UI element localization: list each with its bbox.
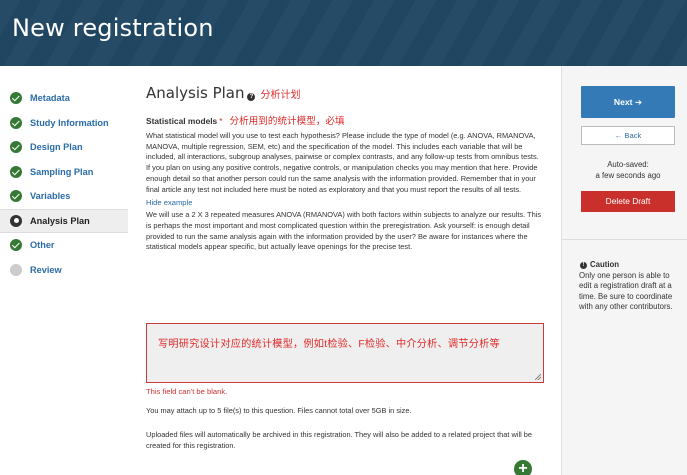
step-review[interactable]: Review (0, 258, 128, 283)
required-mark: * (219, 116, 223, 126)
autosave-label: Auto-saved: (607, 160, 649, 169)
section-title: Analysis Plan (146, 84, 245, 102)
field-header: Statistical models * 分析用到的统计模型，必填 (146, 113, 544, 127)
step-analysis-plan[interactable]: Analysis Plan (0, 208, 128, 233)
autosave-status: Auto-saved: a few seconds ago (571, 159, 685, 181)
pending-step-icon (10, 263, 22, 276)
form-main: Analysis Plan ? 分析计划 Statistical models … (146, 84, 544, 475)
info-icon: ! (580, 261, 587, 269)
step-label: Sampling Plan (30, 166, 94, 177)
section-header: Analysis Plan ? 分析计划 (146, 84, 544, 102)
check-circle-icon (10, 239, 22, 252)
step-label: Design Plan (30, 142, 83, 153)
delete-draft-button[interactable]: Delete Draft (581, 191, 675, 212)
archive-note: Uploaded files will automatically be arc… (146, 430, 533, 450)
step-sampling-plan[interactable]: Sampling Plan (0, 160, 128, 185)
caution-notice: ! Caution Only one person is able to edi… (579, 260, 684, 313)
autosave-time: a few seconds ago (595, 171, 661, 180)
caution-title: Caution (590, 260, 620, 269)
current-step-icon (10, 214, 22, 227)
caution-heading: ! Caution (580, 260, 684, 271)
back-button[interactable]: ← Back (581, 126, 675, 145)
answer-value: 写明研究设计对应的统计模型，例如t检验、F检验、中介分析、调节分析等 (158, 339, 500, 350)
section-annotation: 分析计划 (260, 90, 301, 101)
divider (562, 239, 687, 240)
page-title: New registration (12, 14, 214, 42)
hide-example-link[interactable]: Hide example (146, 198, 544, 207)
step-label: Review (30, 264, 62, 275)
check-circle-icon (10, 165, 22, 178)
field-label: Statistical models (146, 116, 218, 126)
check-circle-icon (10, 92, 22, 105)
step-label: Metadata (30, 93, 70, 104)
field-description: What statistical model will you use to t… (146, 131, 539, 194)
field-error: This field can't be blank. (146, 387, 228, 396)
step-study-information[interactable]: Study Information (0, 111, 128, 136)
step-label: Study Information (30, 117, 109, 128)
step-metadata[interactable]: Metadata (0, 86, 128, 111)
caution-text: Only one person is able to edit a regist… (579, 270, 673, 312)
example-text: We will use a 2 X 3 repeated measures AN… (146, 210, 542, 252)
check-circle-icon (10, 141, 22, 154)
step-label: Other (30, 240, 55, 251)
step-label: Variables (30, 191, 71, 202)
page-header: New registration (0, 0, 687, 66)
step-variables[interactable]: Variables (0, 184, 128, 209)
statistical-models-textarea[interactable]: 写明研究设计对应的统计模型，例如t检验、F检验、中介分析、调节分析等 (146, 323, 544, 383)
step-other[interactable]: Other (0, 233, 128, 258)
help-icon[interactable]: ? (247, 93, 256, 101)
check-circle-icon (10, 116, 22, 129)
step-nav: Metadata Study Information Design Plan S… (0, 86, 128, 282)
attach-note: You may attach up to 5 file(s) to this q… (146, 406, 412, 415)
step-design-plan[interactable]: Design Plan (0, 135, 128, 160)
add-file-button[interactable]: + (514, 460, 532, 475)
resize-handle[interactable] (535, 374, 541, 380)
actions-panel: Next ➔ ← Back Auto-saved: a few seconds … (561, 66, 687, 475)
step-label: Analysis Plan (30, 215, 90, 226)
next-button[interactable]: Next ➔ (581, 86, 675, 118)
field-annotation: 分析用到的统计模型，必填 (229, 116, 345, 127)
check-circle-icon (10, 190, 22, 203)
